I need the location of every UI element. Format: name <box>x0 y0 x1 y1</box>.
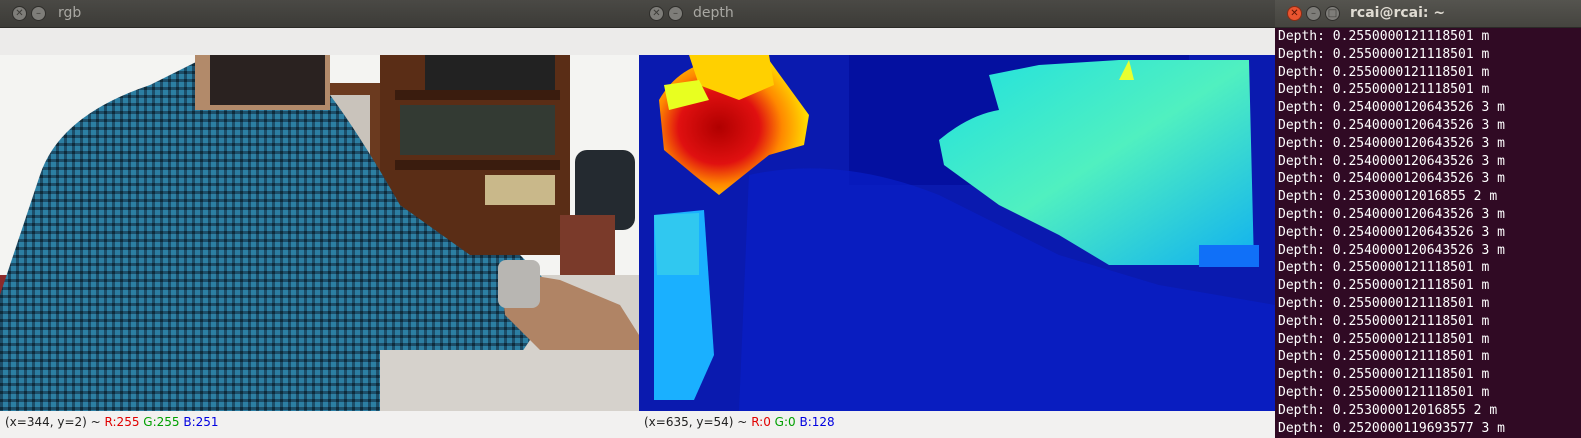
maximize-button[interactable]: □ <box>1325 6 1340 21</box>
terminal-line: Depth: 0.2550000121118501 m <box>1278 295 1490 311</box>
terminal-line: Depth: 0.2550000121118501 m <box>1278 64 1490 80</box>
terminal-line: Depth: 0.2540000120643526 3 m <box>1278 135 1505 151</box>
terminal-line: Depth: 0.2520000119693577 3 m <box>1278 420 1505 436</box>
terminal-line: Depth: 0.2540000120643526 3 m <box>1278 242 1505 258</box>
terminal-output[interactable]: Depth: 0.2550000121118501 m Depth: 0.2550… <box>1278 28 1581 438</box>
depth-toolbar <box>639 28 1275 55</box>
terminal-titlebar[interactable]: ✕ – □ rcai@rcai: ~ <box>1275 0 1581 28</box>
terminal-line: Depth: 0.2550000121118501 m <box>1278 367 1490 383</box>
terminal-line: Depth: 0.2550000121118501 m <box>1278 82 1490 98</box>
close-button[interactable]: ✕ <box>649 6 664 21</box>
terminal-line: Depth: 0.2540000120643526 3 m <box>1278 117 1505 133</box>
depth-map-image <box>639 55 1275 411</box>
cursor-coords: (x=635, y=54) ~ <box>644 415 748 429</box>
minimize-button[interactable]: – <box>668 6 683 21</box>
close-button[interactable]: ✕ <box>12 6 27 21</box>
rgb-camera-image <box>0 55 639 411</box>
terminal-line: Depth: 0.2540000120643526 3 m <box>1278 171 1505 187</box>
rgb-window: ✕ – rgb (x=344, y=2) ~ R:255 G:255 B:251 <box>0 0 639 438</box>
red-value: R:0 <box>751 415 771 429</box>
cursor-coords: (x=344, y=2) ~ <box>5 415 101 429</box>
depth-window: ✕ – depth (x=635, y=54) ~ R:0 G:0 B:128 <box>639 0 1275 438</box>
green-value: G:255 <box>143 415 180 429</box>
terminal-line: Depth: 0.2550000121118501 m <box>1278 29 1490 44</box>
blue-value: B:128 <box>799 415 835 429</box>
minimize-button[interactable]: – <box>31 6 46 21</box>
close-button[interactable]: ✕ <box>1287 6 1302 21</box>
depth-titlebar[interactable]: ✕ – depth <box>639 0 1275 28</box>
terminal-line: Depth: 0.2550000121118501 m <box>1278 313 1490 329</box>
terminal-line: Depth: 0.2550000121118501 m <box>1278 331 1490 347</box>
terminal-line: Depth: 0.2550000121118501 m <box>1278 278 1490 294</box>
rgb-toolbar <box>0 28 639 55</box>
terminal-line: Depth: 0.2550000121118501 m <box>1278 260 1490 276</box>
window-title: depth <box>693 5 734 21</box>
green-value: G:0 <box>774 415 796 429</box>
terminal-line: Depth: 0.2550000121118501 m <box>1278 349 1490 365</box>
terminal-line: Depth: 0.2550000121118501 m <box>1278 384 1490 400</box>
window-title: rgb <box>58 5 82 21</box>
terminal-line: Depth: 0.253000012016855 2 m <box>1278 189 1498 205</box>
red-value: R:255 <box>104 415 140 429</box>
window-title: rcai@rcai: ~ <box>1350 5 1446 21</box>
rgb-titlebar[interactable]: ✕ – rgb <box>0 0 639 28</box>
blue-value: B:251 <box>183 415 219 429</box>
depth-status-bar: (x=635, y=54) ~ R:0 G:0 B:128 <box>639 411 1275 438</box>
rgb-status-bar: (x=344, y=2) ~ R:255 G:255 B:251 <box>0 411 639 438</box>
terminal-window: ✕ – □ rcai@rcai: ~ Depth: 0.255000012111… <box>1275 0 1581 438</box>
terminal-line: Depth: 0.2540000120643526 3 m <box>1278 224 1505 240</box>
terminal-line: Depth: 0.2540000120643526 3 m <box>1278 153 1505 169</box>
minimize-button[interactable]: – <box>1306 6 1321 21</box>
terminal-line: Depth: 0.2540000120643526 3 m <box>1278 206 1505 222</box>
terminal-line: Depth: 0.2540000120643526 3 m <box>1278 100 1505 116</box>
terminal-line: Depth: 0.2550000121118501 m <box>1278 46 1490 62</box>
terminal-line: Depth: 0.253000012016855 2 m <box>1278 402 1498 418</box>
